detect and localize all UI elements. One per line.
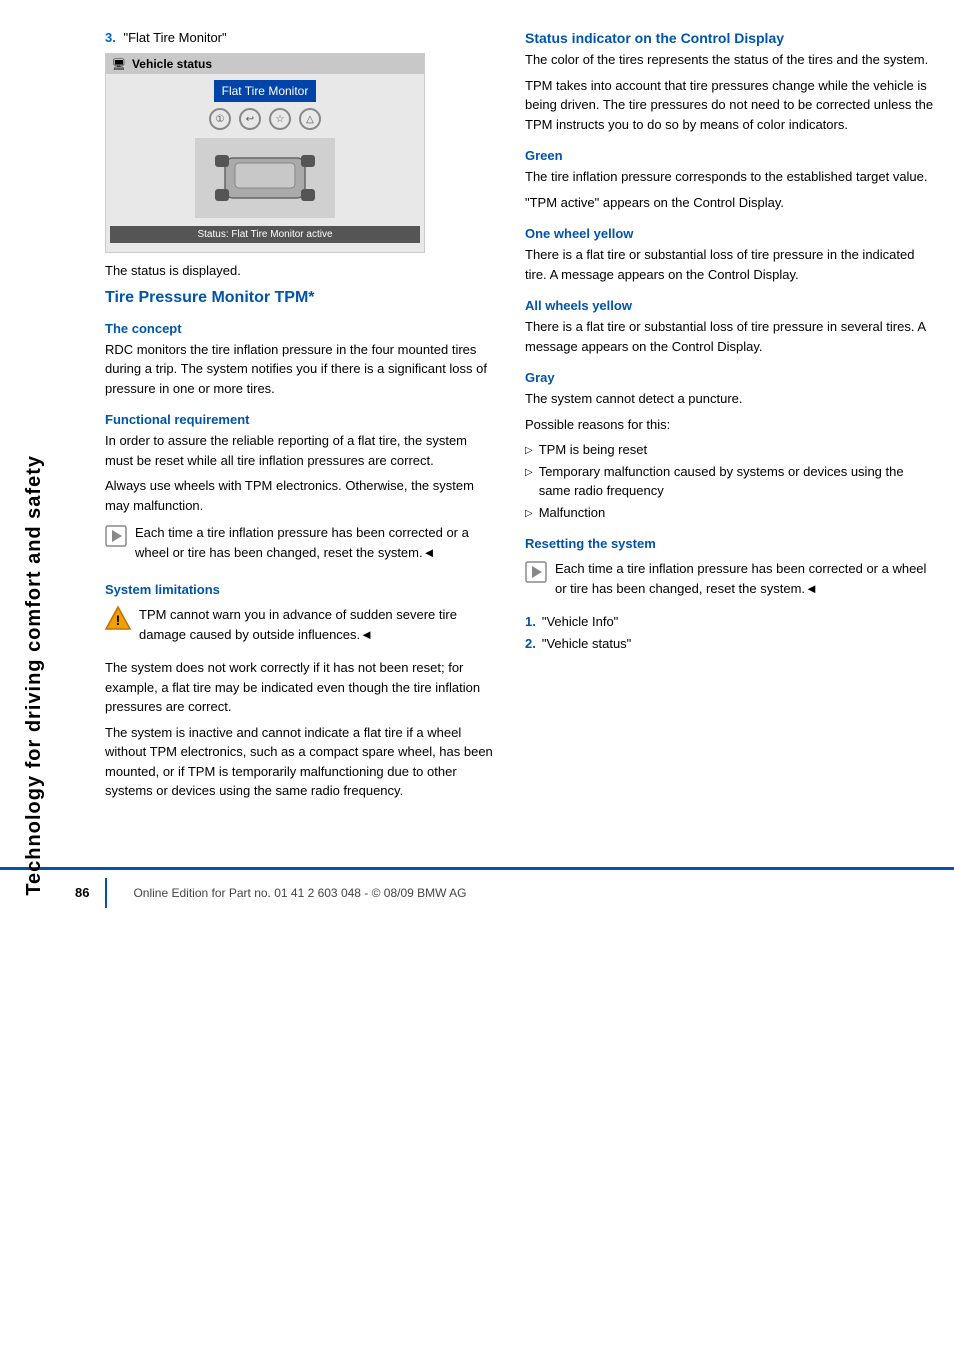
reset-numbered-list: 1. "Vehicle Info" 2. "Vehicle status" [525, 612, 934, 653]
bullet-icon: ▷ [525, 443, 533, 458]
list-item: 1. "Vehicle Info" [525, 612, 934, 632]
concept-text1: RDC monitors the tire inflation pressure… [105, 340, 495, 399]
sidebar: Technology for driving comfort and safet… [0, 0, 68, 1350]
sys-lim-text1: The system does not work correctly if it… [105, 658, 495, 717]
functional-heading: Functional requirement [105, 412, 495, 427]
one-wheel-yellow-text: There is a flat tire or substantial loss… [525, 245, 934, 284]
warning-box: ! TPM cannot warn you in advance of sudd… [105, 605, 495, 650]
reset-note-text: Each time a tire inflation pressure has … [555, 559, 934, 598]
status-intro-text1: The color of the tires represents the st… [525, 50, 934, 70]
functional-text2: Always use wheels with TPM electronics. … [105, 476, 495, 515]
car-svg [205, 143, 325, 213]
vehicle-status-image: 🖥 Vehicle status Flat Tire Monitor ① ↩ ☆… [105, 53, 425, 253]
section-title: Tire Pressure Monitor TPM* [105, 289, 495, 307]
list-item: ▷ Malfunction [525, 503, 934, 523]
vs-icon-3: ☆ [269, 108, 291, 130]
status-displayed: The status is displayed. [105, 261, 495, 281]
footer: 86 Online Edition for Part no. 01 41 2 6… [0, 867, 954, 916]
gray-heading: Gray [525, 370, 934, 385]
vs-icon-2: ↩ [239, 108, 261, 130]
reset-note-box: Each time a tire inflation pressure has … [525, 559, 934, 604]
left-column: 3. "Flat Tire Monitor" 🖥 Vehicle status … [105, 30, 495, 807]
footer-text: Online Edition for Part no. 01 41 2 603 … [133, 886, 466, 900]
right-column: Status indicator on the Control Display … [525, 30, 934, 807]
green-text2: "TPM active" appears on the Control Disp… [525, 193, 934, 213]
list-item: ▷ Temporary malfunction caused by system… [525, 462, 934, 501]
system-limitations-heading: System limitations [105, 582, 495, 597]
svg-text:!: ! [116, 612, 121, 628]
note1-box: Each time a tire inflation pressure has … [105, 523, 495, 568]
vs-header: 🖥 Vehicle status [106, 54, 424, 74]
all-wheels-yellow-text: There is a flat tire or substantial loss… [525, 317, 934, 356]
warning-text: TPM cannot warn you in advance of sudden… [139, 605, 495, 644]
footer-divider [105, 878, 107, 908]
one-wheel-yellow-heading: One wheel yellow [525, 226, 934, 241]
play-icon-2 [525, 561, 547, 583]
vs-car-area [195, 138, 335, 218]
note1-text: Each time a tire inflation pressure has … [135, 523, 495, 562]
gray-bullets-list: ▷ TPM is being reset ▷ Temporary malfunc… [525, 440, 934, 522]
vs-icons-row: ① ↩ ☆ △ [209, 108, 321, 130]
vs-icon-4: △ [299, 108, 321, 130]
step3-number: 3. "Flat Tire Monitor" [105, 30, 495, 45]
status-intro-text2: TPM takes into account that tire pressur… [525, 76, 934, 135]
concept-heading: The concept [105, 321, 495, 336]
status-indicator-heading: Status indicator on the Control Display [525, 30, 934, 46]
sys-lim-text2: The system is inactive and cannot indica… [105, 723, 495, 801]
bullet-icon: ▷ [525, 506, 533, 521]
green-heading: Green [525, 148, 934, 163]
reset-note-icon [525, 561, 547, 583]
list-item: 2. "Vehicle status" [525, 634, 934, 654]
note-icon [105, 525, 127, 547]
main-content: 3. "Flat Tire Monitor" 🖥 Vehicle status … [75, 0, 954, 837]
bullet-icon: ▷ [525, 465, 533, 480]
resetting-heading: Resetting the system [525, 536, 934, 551]
gray-text2: Possible reasons for this: [525, 415, 934, 435]
play-icon [105, 525, 127, 547]
functional-text1: In order to assure the reliable reportin… [105, 431, 495, 470]
vs-body: Flat Tire Monitor ① ↩ ☆ △ [106, 74, 424, 247]
gray-text1: The system cannot detect a puncture. [525, 389, 934, 409]
vs-icon-1: ① [209, 108, 231, 130]
warning-icon: ! [105, 605, 131, 631]
list-item: ▷ TPM is being reset [525, 440, 934, 460]
page-number: 86 [75, 885, 89, 900]
green-text1: The tire inflation pressure corresponds … [525, 167, 934, 187]
all-wheels-yellow-heading: All wheels yellow [525, 298, 934, 313]
vs-status-bar: Status: Flat Tire Monitor active [110, 226, 420, 243]
sidebar-label: Technology for driving comfort and safet… [23, 455, 46, 896]
vs-menu-item: Flat Tire Monitor [214, 80, 317, 102]
